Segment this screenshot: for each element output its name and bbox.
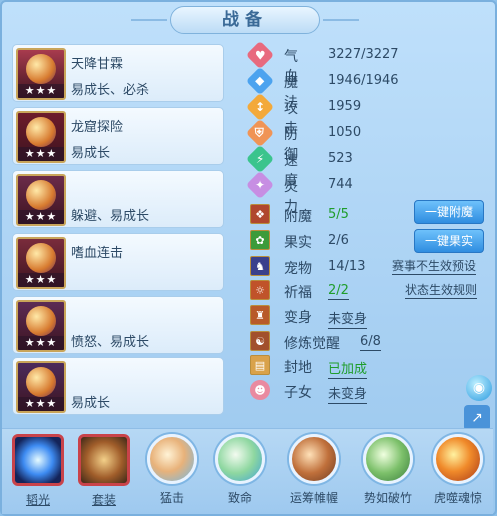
skill-slot[interactable]: 套装 <box>72 434 136 514</box>
guoshi-label: 果实 <box>284 235 312 251</box>
item-desc: 躲避、易成长 <box>71 209 150 224</box>
fire-icon <box>433 434 483 484</box>
star-rating: ★★★ <box>18 210 64 224</box>
skill-label: 韬光 <box>25 493 50 507</box>
sword-icon <box>363 434 413 484</box>
skill-label: 运筹帷幄 <box>289 491 338 505</box>
item-desc: 易成长 <box>71 396 111 411</box>
title-divider-left <box>131 19 167 21</box>
skill-book-icon: ★★★ <box>16 300 66 352</box>
skill-book-item[interactable]: ★★★ 龙窟探险 易成长 <box>12 107 224 165</box>
skill-book-icon: ★★★ <box>16 48 66 100</box>
match-preset-link[interactable]: 赛事不生效预设 <box>392 257 477 275</box>
blessing-label: 祈福 <box>284 285 312 301</box>
skill-book-icon: ★★★ <box>16 237 66 289</box>
skill-slot[interactable]: 猛击 <box>140 434 204 514</box>
blessing-icon: ☼ <box>250 280 270 300</box>
stat-value: 1959 <box>328 99 362 114</box>
critical-icon <box>215 434 265 484</box>
skill-book-item[interactable]: ★★★ 嗜血连击 <box>12 233 224 291</box>
one-click-fumo-button[interactable]: 一键附魔 <box>414 200 484 224</box>
guoshi-value: 2/6 <box>328 233 349 248</box>
state-rule-link[interactable]: 状态生效规则 <box>405 281 478 299</box>
fumo-icon: ❖ <box>250 204 270 224</box>
skill-glyph-icon <box>26 306 56 336</box>
skill-slot[interactable]: 韬光 <box>6 434 70 514</box>
skill-book-icon: ★★★ <box>16 174 66 226</box>
skill-label: 猛击 <box>159 491 184 505</box>
pearl-icon[interactable]: ◉ <box>466 375 492 401</box>
pet-icon: ♞ <box>250 256 270 276</box>
skill-book-item[interactable]: ★★★ 易成长 <box>12 357 224 415</box>
transform-value[interactable]: 未变身 <box>328 308 368 329</box>
stat-value: 744 <box>328 177 353 192</box>
blessing-value[interactable]: 2/2 <box>328 283 349 300</box>
fief-value[interactable]: 已加成 <box>328 358 368 379</box>
star-rating: ★★★ <box>18 397 64 411</box>
fumo-value: 5/5 <box>328 207 349 222</box>
item-desc: 易成长 <box>71 146 111 161</box>
stat-value: 1946/1946 <box>328 73 399 88</box>
star-rating: ★★★ <box>18 336 64 350</box>
skill-label: 势如破竹 <box>363 491 412 505</box>
skill-book-icon: ★★★ <box>16 111 66 163</box>
item-desc: 易成长、必杀 <box>71 83 150 98</box>
item-name: 嗜血连击 <box>71 246 124 261</box>
fumo-label: 附魔 <box>284 209 312 225</box>
item-name: 天降甘霖 <box>71 57 124 72</box>
window-title: 战备 <box>131 6 359 34</box>
skill-slot[interactable]: 虎噬魂惊 <box>426 434 490 514</box>
children-icon: ☻ <box>250 380 270 400</box>
skill-slot[interactable]: 致命 <box>208 434 272 514</box>
cultivation-label: 修炼觉醒 <box>284 336 340 352</box>
stat-value: 523 <box>328 151 353 166</box>
skill-slot[interactable]: 运筹帷幄 <box>282 434 346 514</box>
skill-slot[interactable]: 势如破竹 <box>356 434 420 514</box>
skill-glyph-icon <box>26 243 56 273</box>
star-rating: ★★★ <box>18 147 64 161</box>
stat-value: 3227/3227 <box>328 47 399 62</box>
skill-book-item[interactable]: ★★★ 天降甘霖 易成长、必杀 <box>12 44 224 102</box>
children-value[interactable]: 未变身 <box>328 383 368 404</box>
transform-icon: ♜ <box>250 305 270 325</box>
fief-icon: ▤ <box>250 355 270 375</box>
skill-book-icon: ★★★ <box>16 361 66 413</box>
one-click-guoshi-button[interactable]: 一键果实 <box>414 229 484 253</box>
cultivation-value[interactable]: 6/8 <box>360 334 381 351</box>
light-orb-icon <box>12 434 64 486</box>
skill-label: 虎噬魂惊 <box>433 491 482 505</box>
title-divider-right <box>323 19 359 21</box>
window-title-text: 战备 <box>222 10 268 30</box>
skill-glyph-icon <box>26 367 56 397</box>
skill-book-item[interactable]: ★★★ 躲避、易成长 <box>12 170 224 228</box>
skill-label: 致命 <box>227 491 252 505</box>
skill-glyph-icon <box>26 54 56 84</box>
skill-glyph-icon <box>26 117 56 147</box>
fist-strike-icon <box>147 434 197 484</box>
item-desc: 愤怒、易成长 <box>71 335 150 350</box>
pet-label: 宠物 <box>284 261 312 277</box>
skill-glyph-icon <box>26 180 56 210</box>
stat-value: 1050 <box>328 125 362 140</box>
cultivation-icon: ☯ <box>250 331 270 351</box>
item-name: 龙窟探险 <box>71 120 124 135</box>
armor-icon <box>78 434 130 486</box>
strategy-fist-icon <box>289 434 339 484</box>
pet-value: 14/13 <box>328 259 366 274</box>
star-rating: ★★★ <box>18 273 64 287</box>
fief-label: 封地 <box>284 360 312 376</box>
skill-label: 套装 <box>91 493 116 507</box>
star-rating: ★★★ <box>18 84 64 98</box>
skill-book-item[interactable]: ★★★ 愤怒、易成长 <box>12 296 224 354</box>
fruit-icon: ✿ <box>250 230 270 250</box>
children-label: 子女 <box>284 385 312 401</box>
transform-label: 变身 <box>284 310 312 326</box>
